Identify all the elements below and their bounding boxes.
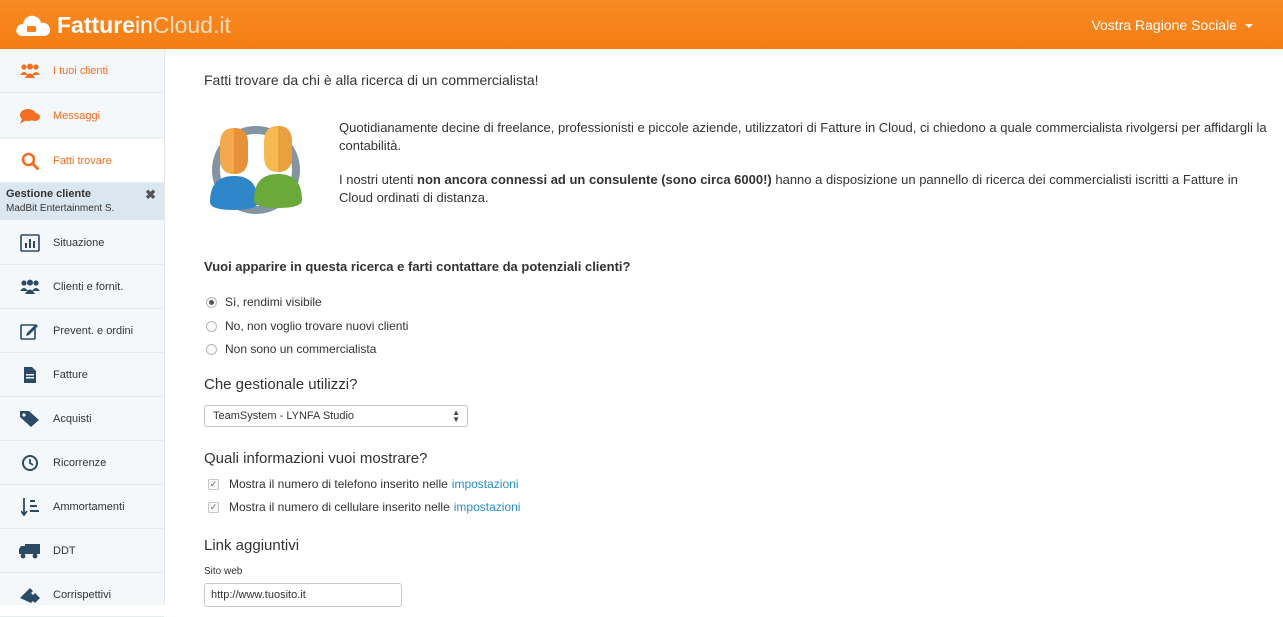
sidebar-item-label: Ricorrenze	[53, 456, 107, 469]
top-bar: FattureinCloud.it Vostra Ragione Sociale	[0, 0, 1283, 49]
company-menu[interactable]: Vostra Ragione Sociale	[1091, 17, 1253, 33]
client-management-panel: Gestione cliente MadBit Entertainment S.…	[0, 183, 164, 220]
software-select[interactable]: TeamSystem - LYNFA Studio ▲ ▼	[204, 405, 468, 427]
select-arrows-icon: ▲ ▼	[452, 408, 460, 424]
consultant-illustration-icon	[204, 118, 306, 221]
sidebar-item-label: Fatture	[53, 368, 88, 381]
sidebar-item-label: Ammortamenti	[53, 500, 125, 513]
logo-in: in	[134, 12, 153, 38]
intro-paragraph-2: I nostri utenti non ancora connessi ad u…	[339, 171, 1274, 207]
radio-label: Sì, rendimi visibile	[225, 295, 322, 309]
truck-icon	[19, 540, 41, 562]
sidebar-item-clienti[interactable]: I tuoi clienti	[0, 49, 164, 93]
sidebar-item-ammortamenti[interactable]: Ammortamenti	[0, 485, 164, 529]
sidebar-item-messaggi[interactable]: Messaggi	[0, 94, 164, 138]
radio-label: No, non voglio trovare nuovi clienti	[225, 319, 409, 333]
checkbox-checked[interactable]: ✓	[208, 478, 219, 490]
sidebar-item-label: Clienti e fornit.	[53, 280, 124, 293]
radio-visible[interactable]: Sì, rendimi visibile	[206, 295, 322, 309]
sidebar-item-label: Messaggi	[53, 109, 101, 122]
info-section-title: Quali informazioni vuoi mostrare?	[204, 450, 428, 467]
client-name: MadBit Entertainment S.	[6, 203, 115, 214]
document-icon	[19, 364, 41, 386]
close-icon[interactable]: ✖	[145, 188, 156, 201]
sidebar-item-ddt[interactable]: DDT	[0, 529, 164, 573]
settings-link[interactable]: impostazioni	[454, 500, 521, 514]
sidebar-item-fatti-trovare[interactable]: Fatti trovare	[0, 139, 164, 183]
sidebar-item-label: Fatti trovare	[53, 154, 112, 167]
checkbox-label: Mostra il numero di cellulare inserito n…	[229, 500, 450, 514]
settings-link[interactable]: impostazioni	[452, 477, 519, 491]
logo-bold: Fatture	[57, 12, 135, 38]
sidebar-item-preventivi[interactable]: Prevent. e ordini	[0, 309, 164, 353]
sidebar-item-clienti-fornitori[interactable]: Clienti e fornit.	[0, 265, 164, 309]
chat-icon	[19, 105, 41, 127]
checkbox-mobile[interactable]: ✓ Mostra il numero di cellulare inserito …	[208, 500, 520, 514]
sidebar-item-label: Situazione	[53, 236, 105, 249]
logo-text: FattureinCloud.it	[57, 10, 231, 40]
sidebar-item-label: DDT	[53, 544, 76, 557]
radio-not-visible[interactable]: No, non voglio trovare nuovi clienti	[206, 319, 408, 333]
users-icon	[19, 276, 41, 298]
company-name: Vostra Ragione Sociale	[1091, 17, 1237, 33]
sidebar-item-label: Prevent. e ordini	[53, 324, 134, 337]
software-selected-value: TeamSystem - LYNFA Studio	[213, 410, 355, 422]
users-icon	[19, 60, 41, 82]
edit-icon	[19, 320, 41, 342]
clock-icon	[19, 452, 41, 474]
sidebar-item-corrispettivi[interactable]: Corrispettivi	[0, 573, 164, 617]
client-management-title: Gestione cliente	[6, 188, 91, 200]
intro-highlight: non ancora connessi ad un consulente (so…	[417, 172, 772, 187]
checkbox-checked[interactable]: ✓	[208, 501, 219, 513]
caret-down-icon	[1245, 24, 1253, 29]
radio-not-accountant[interactable]: Non sono un commercialista	[206, 342, 376, 356]
software-section-title: Che gestionale utilizzi?	[204, 376, 358, 393]
logo-cloud: Cloud.it	[152, 12, 231, 38]
tags-icon	[19, 408, 41, 430]
sidebar-item-label: I tuoi clienti	[53, 64, 109, 77]
checkbox-label: Mostra il numero di telefono inserito ne…	[229, 477, 448, 491]
page-title: Fatti trovare da chi è alla ricerca di u…	[204, 72, 539, 88]
radio-button-checked[interactable]	[206, 296, 217, 308]
sidebar-item-label: Acquisti	[53, 412, 92, 425]
app-logo[interactable]: FattureinCloud.it	[14, 10, 231, 40]
sort-list-icon	[19, 496, 41, 518]
website-input[interactable]	[204, 583, 402, 607]
radio-button[interactable]	[206, 343, 217, 355]
cloud-logo-icon	[16, 15, 50, 36]
sidebar-item-acquisti[interactable]: Acquisti	[0, 397, 164, 441]
sidebar-item-ricorrenze[interactable]: Ricorrenze	[0, 441, 164, 485]
visibility-question: Vuoi apparire in questa ricerca e farti …	[204, 259, 631, 274]
sidebar-item-situazione[interactable]: Situazione	[0, 221, 164, 265]
intro-paragraph: Quotidianamente decine di freelance, pro…	[339, 120, 1267, 153]
ticket-icon	[19, 584, 41, 606]
bar-chart-icon	[19, 232, 41, 254]
website-label: Sito web	[204, 566, 243, 577]
sidebar: I tuoi clienti Messaggi Fatti trovare Ge…	[0, 49, 165, 617]
radio-button[interactable]	[206, 320, 217, 332]
sidebar-item-fatture[interactable]: Fatture	[0, 353, 164, 397]
radio-label: Non sono un commercialista	[225, 342, 377, 356]
checkbox-phone[interactable]: ✓ Mostra il numero di telefono inserito n…	[208, 477, 518, 491]
sidebar-item-label: Corrispettivi	[53, 588, 112, 601]
intro-text: I nostri utenti	[339, 172, 418, 187]
links-section-title: Link aggiuntivi	[204, 537, 300, 554]
search-icon	[19, 150, 41, 172]
